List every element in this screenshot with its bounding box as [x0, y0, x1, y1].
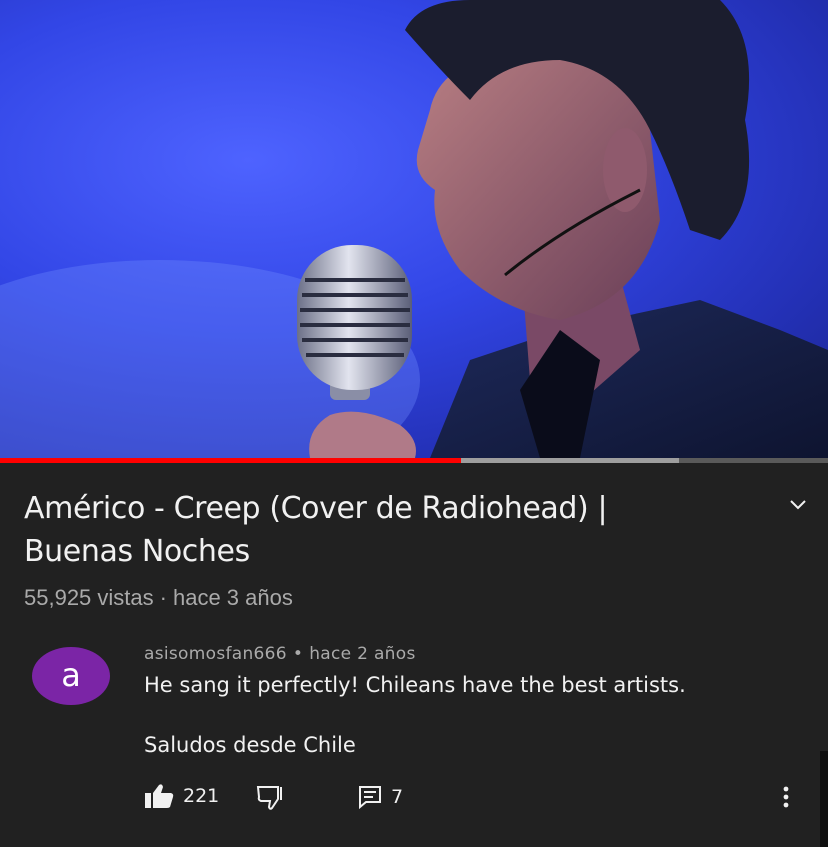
reply-count: 7: [391, 786, 404, 808]
view-count: 55,925 vistas: [24, 585, 154, 610]
comment-age: hace 2 años: [309, 644, 416, 664]
dislike-button[interactable]: [256, 785, 286, 811]
comment-author[interactable]: asisomosfan666: [144, 644, 287, 664]
comment-meta: asisomosfan666 • hace 2 años: [144, 644, 416, 664]
video-title[interactable]: Américo - Creep (Cover de Radiohead) | B…: [24, 487, 724, 573]
like-button[interactable]: 221: [144, 783, 219, 809]
video-info-panel: Américo - Creep (Cover de Radiohead) | B…: [0, 463, 828, 623]
meta-separator: •: [292, 644, 304, 664]
comment-card[interactable]: a asisomosfan666 • hace 2 años He sang it …: [0, 623, 820, 847]
panel-edge: [820, 623, 828, 751]
chevron-down-icon[interactable]: [786, 493, 810, 517]
video-player[interactable]: [0, 0, 828, 458]
comment-text: Saludos desde Chile: [144, 733, 356, 757]
reply-button[interactable]: 7: [358, 785, 403, 809]
video-frame: [0, 0, 828, 458]
thumbs-up-icon: [145, 784, 174, 808]
upload-age: hace 3 años: [172, 585, 293, 610]
more-vert-icon[interactable]: [780, 785, 792, 809]
reply-icon: [359, 786, 381, 809]
avatar[interactable]: a: [32, 647, 110, 705]
comment-text: He sang it perfectly! Chileans have the …: [144, 673, 686, 697]
thumbs-down-icon: [256, 786, 282, 810]
meta-separator: ·: [159, 585, 167, 610]
like-count: 221: [183, 785, 220, 807]
video-meta: 55,925 vistas · hace 3 años: [24, 585, 293, 611]
comment-actions: 221 7: [0, 783, 820, 815]
